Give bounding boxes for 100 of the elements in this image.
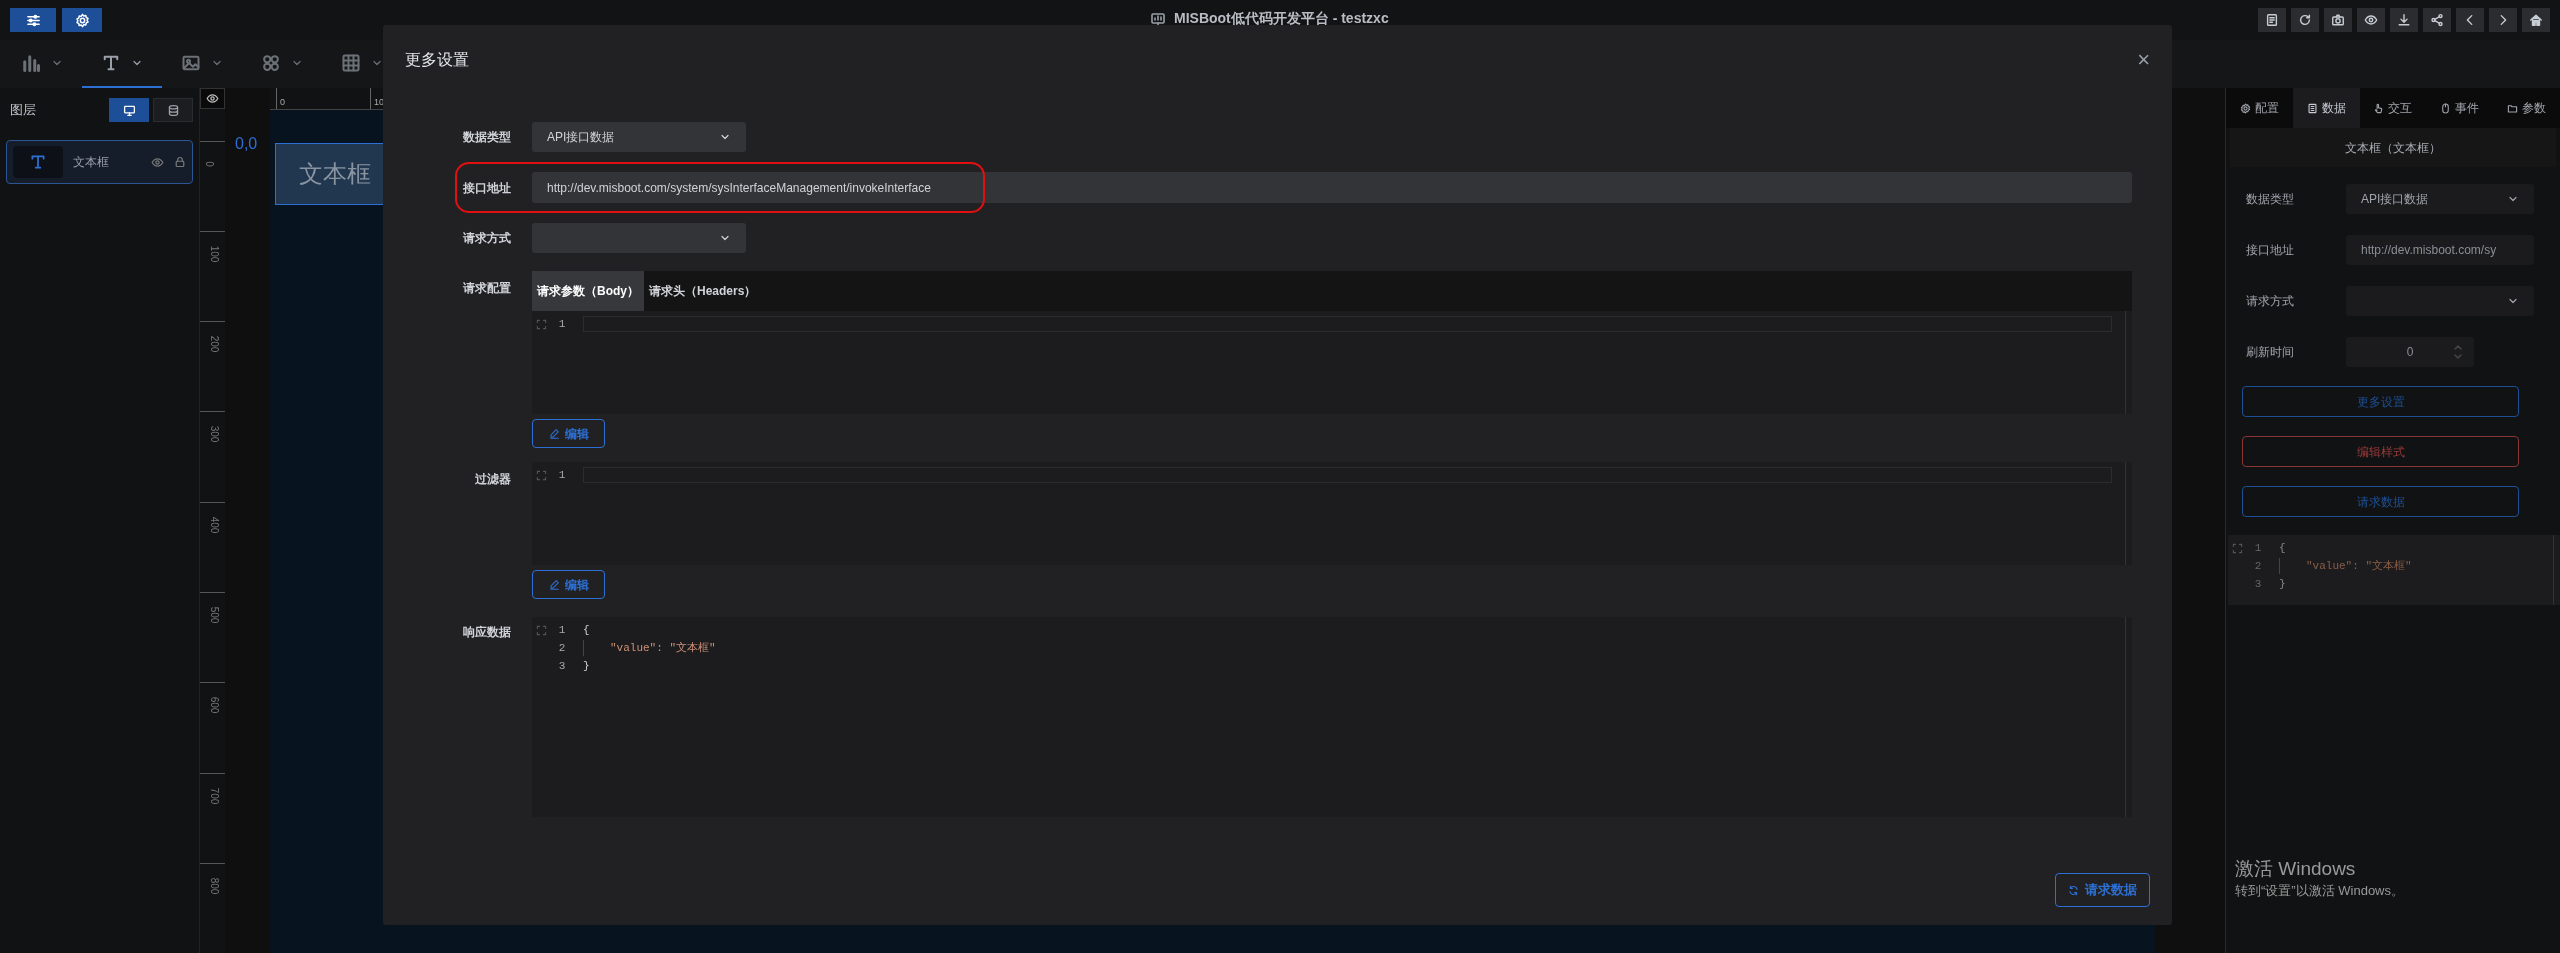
code-line: "value": "文本框" [2279,557,2412,575]
group-icon [261,53,281,73]
panel-tab[interactable]: 参数 [2493,88,2560,128]
field-label: 刷新时间 [2246,344,2295,361]
code-line: } [583,658,590,674]
line-number: 3 [2253,576,2263,592]
ruler-label: 300 [209,426,220,443]
line-number: 1 [557,316,567,332]
line-number: 2 [557,640,567,656]
document-icon [2306,102,2318,114]
ruler-label: 600 [209,696,220,714]
ruler-label: 500 [209,606,220,624]
folder-icon [2507,102,2519,114]
code-line: { [583,622,590,638]
code-line: "value": "文本框" [583,639,716,657]
field-label: 请求配置 [462,280,512,297]
line-number: 1 [557,467,567,483]
origin-label: 0,0 [235,135,258,152]
forward-button[interactable] [2489,8,2517,32]
panel-tab[interactable]: 数据 [2292,88,2360,128]
pencil-icon [548,579,560,590]
refresh-icon [2298,13,2312,27]
config-tab[interactable]: 请求头（Headers） [644,271,762,311]
code-line: { [2279,540,2286,556]
panel-tab[interactable]: 配置 [2226,88,2293,128]
refresh-button[interactable] [2291,8,2319,32]
number-field[interactable]: 0 [2346,337,2474,367]
camera-button[interactable] [2324,8,2352,32]
preview-button[interactable] [2357,8,2385,32]
expand-icon [536,624,547,636]
settings-icon [2239,102,2251,114]
panel-tab[interactable]: 交互 [2359,88,2427,128]
ruler-label: 700 [209,787,220,804]
field-label: 响应数据 [462,624,512,641]
field-label: 数据类型 [462,129,512,146]
monitor-icon [1150,10,1166,27]
home-button[interactable] [2522,8,2550,32]
line-number: 1 [557,622,567,638]
panel-tab[interactable]: 事件 [2426,88,2494,128]
select-field[interactable]: API接口数据 [2346,184,2534,214]
close-button[interactable]: × [2137,49,2150,71]
ruler-label: 100 [209,245,220,263]
view-toggle[interactable] [109,98,149,122]
select-field[interactable] [532,223,746,253]
config-tab[interactable]: 请求参数（Body） [532,271,644,311]
refresh-icon [2068,884,2079,896]
input-field[interactable]: http://dev.misboot.com/sy [2346,235,2534,265]
layer-label: 文本框 [73,154,109,171]
code-editor[interactable]: 1 [532,462,2132,565]
component-text: 文本框 [299,159,371,189]
hand-icon [2373,102,2385,114]
stepper-icon [2454,344,2462,360]
eye-icon [206,92,219,106]
settings-icon [74,12,90,28]
expand-icon [536,318,547,330]
field-label: 请求方式 [2246,293,2295,310]
eye-icon [151,155,164,169]
code-line: } [2279,576,2286,592]
line-number: 3 [557,658,567,674]
settings-button[interactable] [62,8,102,32]
eye-icon [2364,13,2378,27]
lock-icon [174,156,186,168]
mouse-icon [2440,102,2452,114]
layer-item[interactable]: 文本框 [6,140,193,184]
text-icon [29,153,47,171]
text-icon [101,53,121,73]
pencil-icon [548,428,560,439]
home-icon [2529,13,2543,27]
ruler-label: 0 [280,97,285,107]
notice-title: 激活 Windows [2235,857,2357,881]
expand-icon [2232,542,2243,554]
field-label: 接口地址 [2246,242,2295,259]
ruler-label: 0 [203,160,214,167]
code-editor[interactable]: 1 { 2 "value": "文本框" 3 } [2228,535,2560,605]
panel-title: 图层 [10,101,36,120]
app-title: MISBoot低代码开发平台 - testzxc [1174,9,1389,28]
select-field[interactable]: API接口数据 [532,122,746,152]
code-editor[interactable]: 1 { 2 "value": "文本框" 3 } [532,617,2132,817]
view-toggle[interactable] [153,98,193,122]
settings-button[interactable] [10,8,56,32]
database-icon [166,103,180,117]
field-label: 请求方式 [462,230,512,247]
input-field[interactable]: http://dev.misboot.com/system/sysInterfaceManagement/invokeInterface [532,172,2132,203]
field-label: 接口地址 [462,179,512,197]
download-icon [2397,13,2411,27]
table-icon [341,53,361,73]
camera-icon [2331,13,2345,27]
notes-button[interactable] [2258,8,2286,32]
share-button[interactable] [2423,8,2451,32]
select-field[interactable] [2346,286,2534,316]
field-label: 数据类型 [2246,191,2295,208]
line-number: 2 [2253,558,2263,574]
share-icon [2430,13,2444,27]
ruler-label: 400 [209,516,220,534]
download-button[interactable] [2390,8,2418,32]
code-editor[interactable]: 1 [532,311,2132,414]
sliders-icon [25,12,41,28]
modal-title: 更多设置 [405,50,469,70]
back-button[interactable] [2456,8,2484,32]
expand-icon [536,469,547,481]
